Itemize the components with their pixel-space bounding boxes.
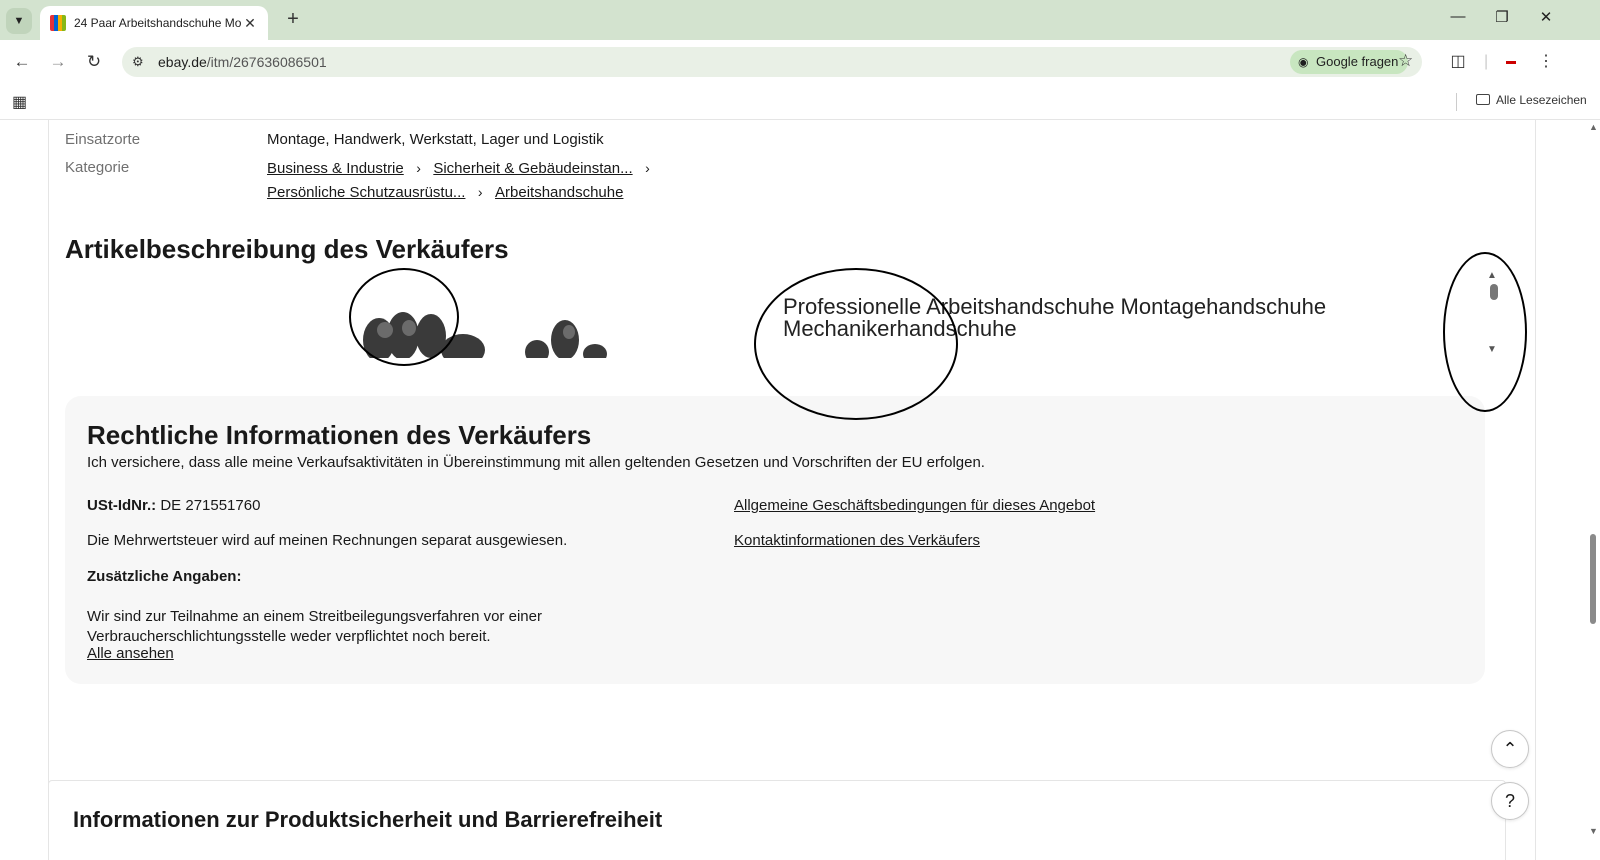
new-tab-button[interactable]: + — [282, 9, 304, 31]
description-text-line-2: Mechanikerhandschuhe — [783, 316, 1017, 341]
url-path: /itm/267636086501 — [206, 54, 327, 70]
reload-icon[interactable]: ↻ — [82, 50, 106, 74]
einsatzorte-label: Einsatzorte — [65, 131, 141, 148]
menu-dots-icon[interactable]: ⋮ — [1536, 50, 1556, 74]
google-ask-button[interactable]: ◉ Google fragen — [1290, 50, 1409, 74]
profile-avatar-icon[interactable]: ▬ — [1498, 50, 1524, 74]
site-info-icon[interactable]: ⚙ — [132, 54, 144, 70]
tab-bar: ▼ 24 Paar Arbeitshandschuhe Mo ✕ + — ❐ ✕ — [0, 0, 1600, 40]
breadcrumb-schutzausruestung[interactable]: Persönliche Schutzausrüstu... — [267, 184, 465, 201]
toolbar-divider: | — [1484, 53, 1489, 70]
description-iframe[interactable]: Professionelle Arbeitshandschuhe Montage… — [65, 270, 1505, 358]
tab-active[interactable]: 24 Paar Arbeitshandschuhe Mo ✕ — [40, 6, 268, 40]
minimize-icon[interactable]: — — [1438, 8, 1478, 32]
kategorie-label: Kategorie — [65, 159, 130, 176]
legal-info-title: Rechtliche Informationen des Verkäufers — [87, 420, 592, 450]
scroll-down-arrow-icon[interactable]: ▼ — [1487, 344, 1497, 355]
browser-toolbar: ← → ↻ ⚙ ebay.de/itm/267636086501 ◉ Google… — [0, 40, 1600, 84]
item-details-card: ······ ···· Einsatzorte Montage, Handwer… — [48, 120, 1536, 860]
terms-link[interactable]: Allgemeine Geschäftsbedingungen für dies… — [734, 497, 1095, 514]
breadcrumb-business-industrie[interactable]: Business & Industrie — [267, 160, 404, 177]
einsatzorte-value: Montage, Handwerk, Werkstatt, Lager und … — [267, 131, 604, 148]
breadcrumb-sicherheit[interactable]: Sicherheit & Gebäudeinstan... — [433, 160, 632, 177]
vat-id-value: DE 271551760 — [160, 497, 261, 514]
compliance-text: Ich versichere, dass alle meine Verkaufs… — [87, 454, 985, 471]
maximize-icon[interactable]: ❐ — [1482, 8, 1522, 32]
folder-icon — [1476, 94, 1490, 105]
page-viewport: ······ ···· Einsatzorte Montage, Handwer… — [0, 120, 1586, 860]
breadcrumb-arbeitshandschuhe[interactable]: Arbeitshandschuhe — [495, 184, 623, 201]
help-button[interactable]: ? — [1491, 782, 1529, 820]
description-text-line-1: Professionelle Arbeitshandschuhe Montage… — [783, 294, 1327, 319]
page-scrollbar-thumb[interactable] — [1590, 534, 1596, 624]
star-icon[interactable]: ☆ — [1398, 51, 1413, 71]
see-all-link[interactable]: Alle ansehen — [87, 645, 174, 662]
bookmarks-bar: ▦ Alle Lesezeichen — [0, 84, 1600, 120]
tab-close-icon[interactable]: ✕ — [242, 15, 258, 32]
seller-contact-link[interactable]: Kontaktinformationen des Verkäufers — [734, 532, 980, 549]
dispute-text-line-2: Verbraucherschlichtungsstelle weder verp… — [87, 628, 491, 645]
back-arrow-icon[interactable]: ← — [10, 50, 34, 74]
close-window-icon[interactable]: ✕ — [1526, 8, 1566, 32]
forward-arrow-icon[interactable]: → — [46, 50, 70, 74]
google-ask-label: Google fragen — [1316, 54, 1399, 69]
legal-info-panel: Rechtliche Informationen des Verkäufers … — [65, 396, 1485, 684]
tab-title: 24 Paar Arbeitshandschuhe Mo — [74, 16, 242, 30]
all-bookmarks-label: Alle Lesezeichen — [1496, 93, 1587, 107]
description-product-title: Professionelle Arbeitshandschuhe Montage… — [783, 296, 1326, 340]
breadcrumb: Business & Industrie › Sicherheit & Gebä… — [267, 160, 658, 178]
url-text[interactable]: ebay.de/itm/267636086501 — [158, 54, 327, 70]
chevron-right-icon: › — [416, 160, 421, 176]
chevron-right-icon: › — [477, 184, 483, 200]
iframe-scrollbar[interactable]: ▲ ▼ — [1479, 270, 1505, 358]
address-bar[interactable]: ⚙ ebay.de/itm/267636086501 ◉ Google frage… — [122, 47, 1422, 77]
page-scrollbar[interactable]: ▲ ▼ — [1586, 120, 1600, 860]
gloves-image — [363, 312, 607, 358]
dispute-text-line-1: Wir sind zur Teilnahme an einem Streitbe… — [87, 608, 542, 625]
back-to-top-chevron-up-icon[interactable]: ⌃ — [1491, 730, 1529, 768]
chevron-right-icon: › — [645, 160, 650, 176]
iframe-scrollbar-thumb[interactable] — [1490, 284, 1498, 300]
lens-icon: ◉ — [1298, 55, 1309, 69]
additional-info-label: Zusätzliche Angaben: — [87, 568, 242, 585]
all-bookmarks-button[interactable]: Alle Lesezeichen — [1476, 93, 1587, 107]
vat-id-label: USt-IdNr.: — [87, 497, 157, 514]
tab-search-chevron-down-icon[interactable]: ▼ — [6, 8, 32, 34]
scroll-up-arrow-icon[interactable]: ▲ — [1487, 270, 1497, 281]
description-title: Artikelbeschreibung des Verkäufers — [65, 234, 509, 264]
breadcrumb-line-2: Persönliche Schutzausrüstu... › Arbeitsh… — [267, 184, 623, 202]
extensions-icon[interactable]: ◫ — [1446, 50, 1470, 74]
apps-grid-icon[interactable]: ▦ — [12, 92, 27, 112]
product-safety-card[interactable]: Informationen zur Produktsicherheit und … — [48, 780, 1506, 860]
page-scroll-up-icon[interactable]: ▲ — [1589, 122, 1598, 132]
page-scroll-down-icon[interactable]: ▼ — [1589, 826, 1598, 836]
bookmarks-divider — [1456, 93, 1457, 111]
vat-id: USt-IdNr.: DE 271551760 — [87, 497, 260, 514]
ebay-favicon-icon — [50, 15, 66, 31]
product-safety-title: Informationen zur Produktsicherheit und … — [73, 807, 663, 832]
url-host: ebay.de — [158, 54, 207, 70]
vat-note: Die Mehrwertsteuer wird auf meinen Rechn… — [87, 532, 568, 549]
